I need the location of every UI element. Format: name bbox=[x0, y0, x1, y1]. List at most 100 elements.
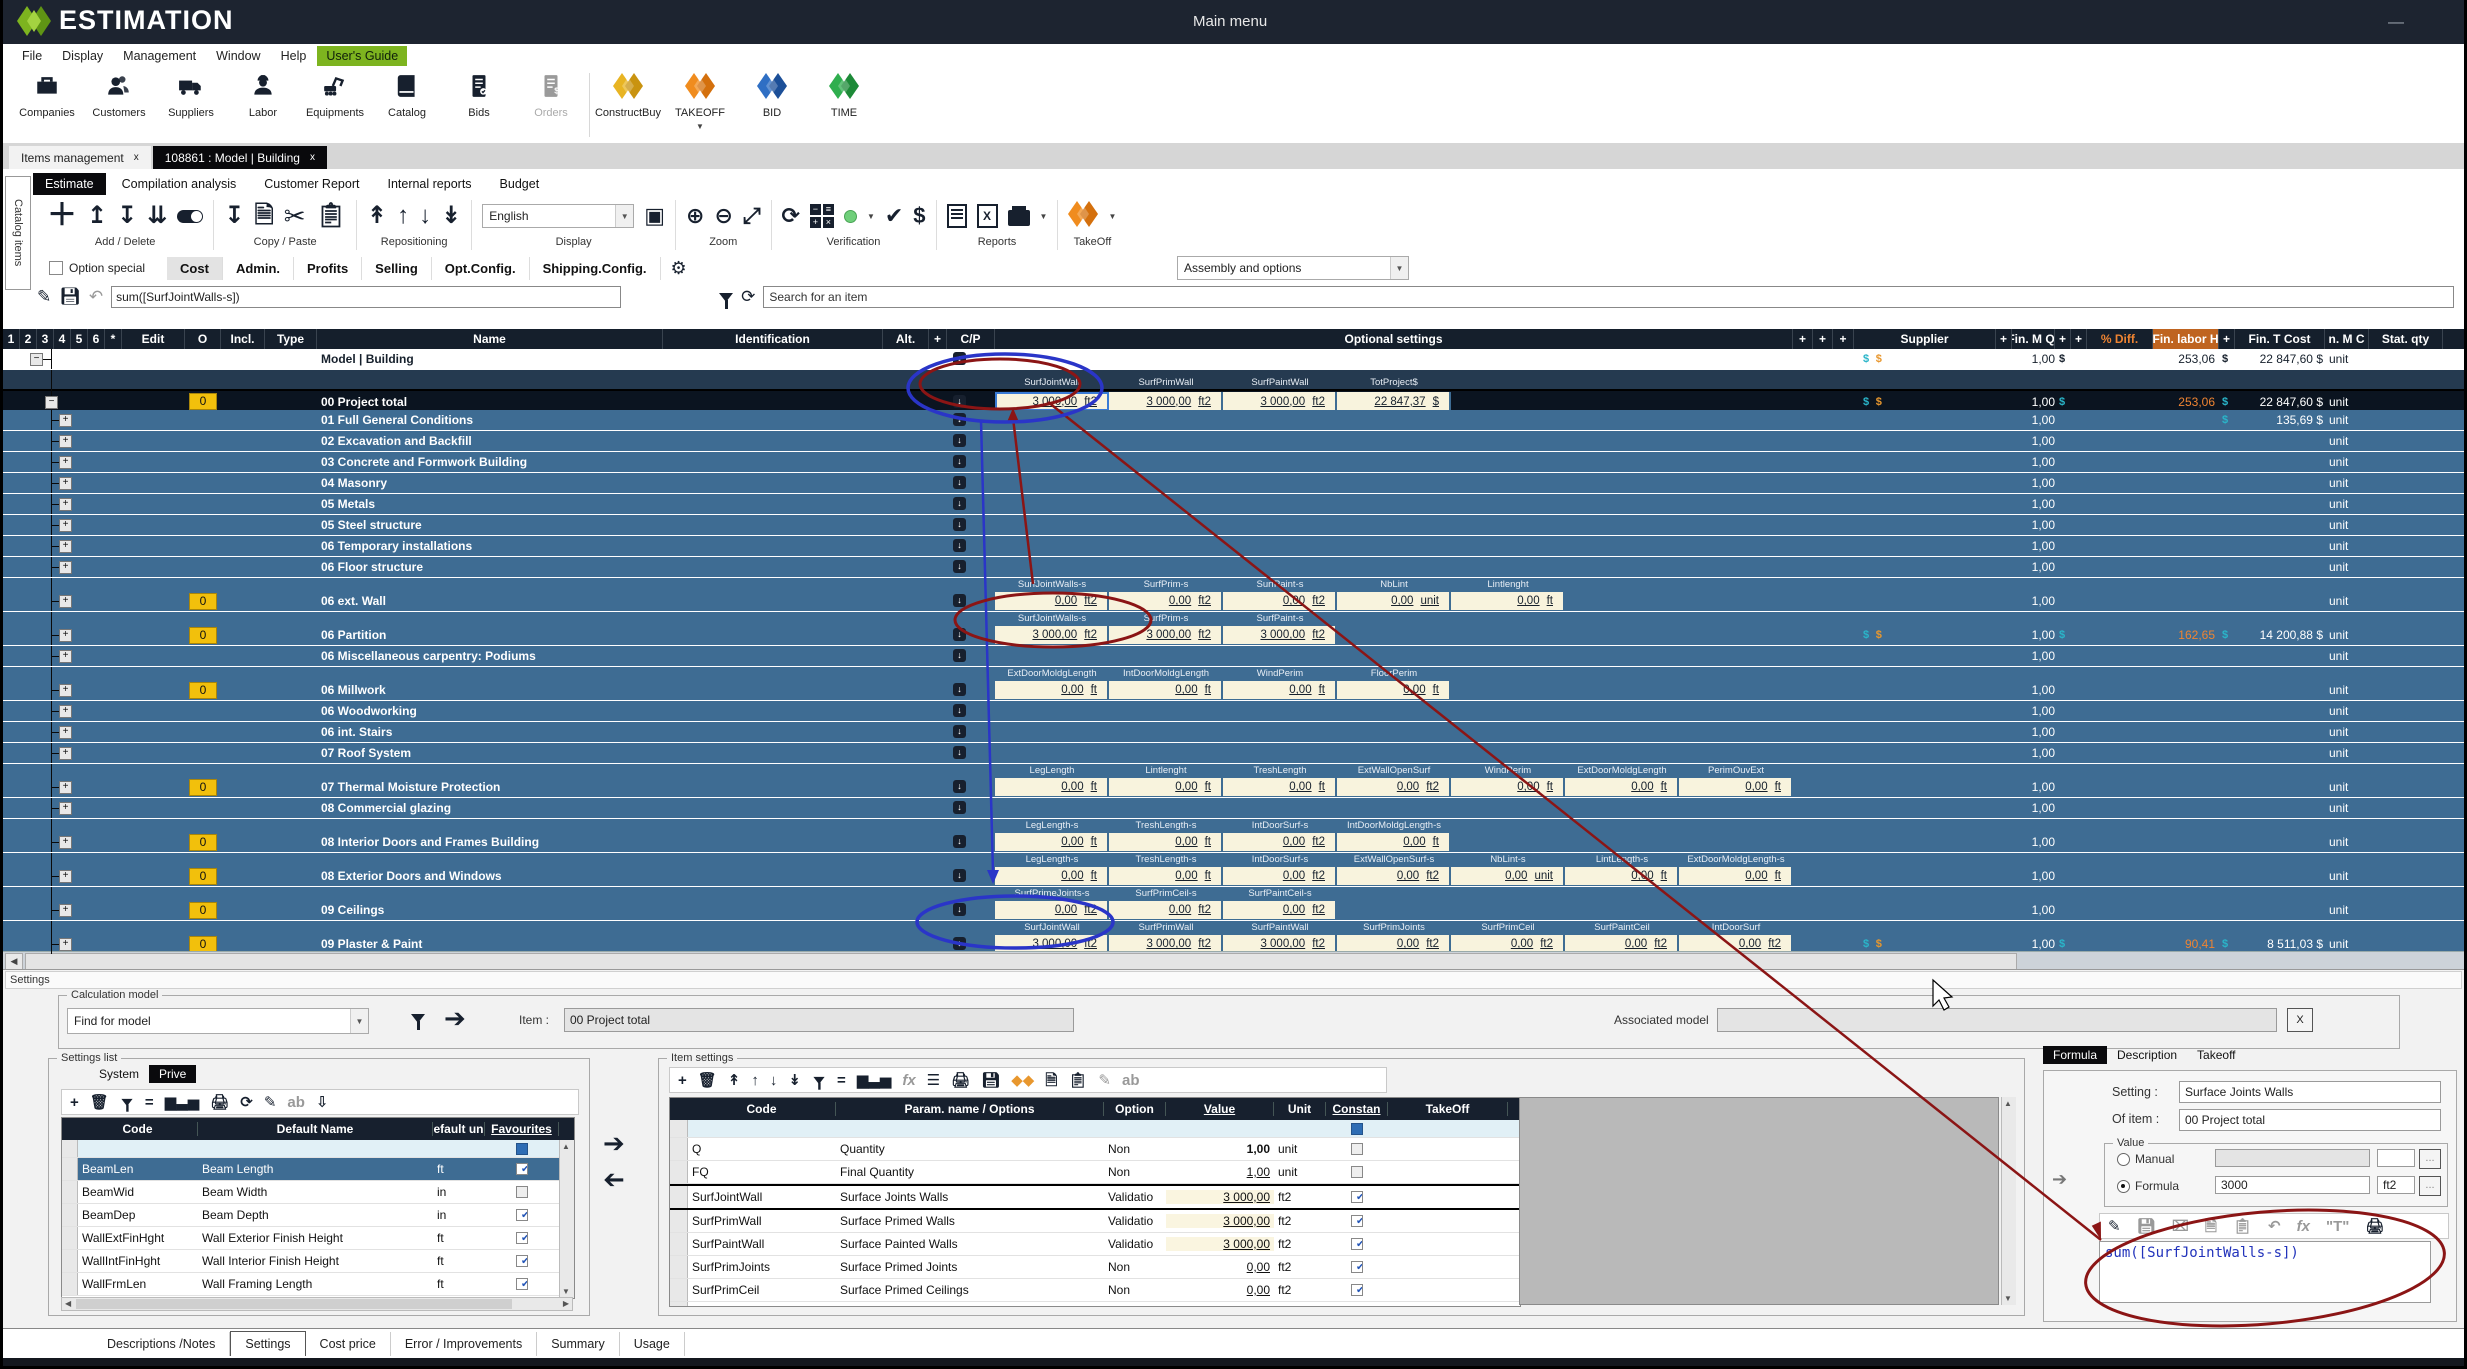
apply-model-arrow-icon[interactable]: ➔ bbox=[444, 1005, 466, 1031]
col-optional-settings[interactable]: Optional settings bbox=[995, 329, 1793, 349]
insert-below-icon[interactable]: ↧ bbox=[117, 204, 137, 228]
param-value-cell[interactable]: 0,00ft bbox=[995, 778, 1109, 796]
constant-checkbox[interactable] bbox=[1351, 1143, 1363, 1155]
tab-admin-[interactable]: Admin. bbox=[223, 257, 294, 280]
param-value-cell[interactable]: 22 847,37$ bbox=[1337, 392, 1451, 411]
menu-display[interactable]: Display bbox=[53, 46, 112, 66]
toolbar-button-labor[interactable]: Labor bbox=[227, 67, 299, 143]
equals-icon[interactable]: = bbox=[145, 1095, 154, 1110]
param-value-cell[interactable]: 0,00unit bbox=[1337, 592, 1451, 610]
takeoff-diamond-icon[interactable] bbox=[1068, 201, 1098, 232]
cp-icon[interactable]: ↓ bbox=[953, 594, 966, 607]
manual-radio[interactable] bbox=[2117, 1153, 2130, 1166]
move-top-icon[interactable]: ↟ bbox=[728, 1073, 741, 1088]
item-settings-row[interactable]: SurfPaintCeil Surface Painted Ceiling No… bbox=[670, 1302, 1520, 1307]
param-value-cell[interactable]: 0,00ft2 bbox=[1109, 901, 1223, 919]
favourite-checkbox[interactable] bbox=[516, 1186, 528, 1198]
grid-horizontal-scrollbar[interactable]: ◀ bbox=[3, 951, 2464, 969]
param-value-cell[interactable]: 0,00ft2 bbox=[1337, 778, 1451, 796]
formula-text-area[interactable]: sum([SurfJointWalls-s]) bbox=[2099, 1241, 2431, 1303]
param-value-cell[interactable]: 0,00ft bbox=[1565, 867, 1679, 885]
refresh-icon[interactable]: ⟳ bbox=[240, 1095, 253, 1110]
item-settings-row[interactable]: FQ Final Quantity Non 1,00 unit bbox=[670, 1161, 1520, 1184]
toolbar-button-constructbuy[interactable]: ConstructBuy bbox=[592, 67, 664, 143]
expand-icon[interactable]: + bbox=[59, 561, 72, 574]
model-filter-icon[interactable] bbox=[411, 1014, 425, 1023]
bottom-tab-error-improvements[interactable]: Error / Improvements bbox=[391, 1332, 537, 1356]
manual-unit-browse-button[interactable]: ... bbox=[2419, 1149, 2441, 1169]
param-value-cell[interactable]: 0,00ft bbox=[1109, 867, 1223, 885]
grid-row[interactable]: SurfJointWalls-sSurfPrim-sSurfPaint-s+00… bbox=[3, 612, 2464, 646]
expand-icon[interactable]: + bbox=[59, 938, 72, 951]
excel-export-icon[interactable]: X bbox=[977, 204, 998, 228]
edit-pencil-icon[interactable]: ✎ bbox=[37, 287, 51, 307]
search-input[interactable]: Search for an item bbox=[763, 286, 2454, 308]
param-value-cell[interactable]: 0,00ft2 bbox=[995, 592, 1109, 610]
settings-list-tab-prive[interactable]: Prive bbox=[149, 1065, 196, 1083]
formula-bar-input[interactable]: sum([SurfJointWalls-s]) bbox=[111, 286, 621, 308]
grid-row[interactable]: +04 Masonry↓1,00unit bbox=[3, 473, 2464, 494]
cp-icon[interactable]: ↓ bbox=[953, 683, 966, 696]
cp-icon[interactable]: ↓ bbox=[953, 903, 966, 916]
param-value-cell[interactable]: 0,00ft bbox=[1109, 833, 1223, 851]
bottom-tab-usage[interactable]: Usage bbox=[620, 1332, 685, 1356]
col-num-5[interactable]: 5 bbox=[71, 329, 88, 349]
copy-icon[interactable]: 🗎︎ bbox=[254, 204, 273, 228]
col-plus-6[interactable]: + bbox=[2219, 329, 2235, 349]
cp-icon[interactable]: ↓ bbox=[953, 413, 966, 426]
settings-list-hscrollbar[interactable]: ◀ ▶ bbox=[61, 1297, 573, 1311]
param-value[interactable]: 3 000,00 bbox=[1166, 1214, 1274, 1228]
clear-model-button[interactable]: X bbox=[2287, 1008, 2313, 1032]
constant-checkbox[interactable] bbox=[1351, 1166, 1363, 1178]
expand-icon[interactable]: + bbox=[59, 870, 72, 883]
col-identification[interactable]: Identification bbox=[663, 329, 883, 349]
favourite-checkbox[interactable] bbox=[516, 1278, 528, 1290]
param-value-cell[interactable]: 0,00ft2 bbox=[1223, 867, 1337, 885]
assembly-options-combo[interactable]: Assembly and options▼ bbox=[1177, 256, 1409, 280]
doc-tab[interactable]: 108861 : Model | Buildingx bbox=[153, 146, 327, 169]
cp-icon[interactable]: ↓ bbox=[953, 869, 966, 882]
grid-row[interactable]: +05 Steel structure↓1,00unit bbox=[3, 515, 2464, 536]
tab-cost[interactable]: Cost bbox=[167, 257, 223, 280]
tab-internal-reports[interactable]: Internal reports bbox=[375, 173, 483, 195]
param-value-cell[interactable]: 0,00ft bbox=[1223, 778, 1337, 796]
param-value-cell[interactable]: 0,00ft2 bbox=[995, 901, 1109, 919]
edit-pencil-icon[interactable]: ✎ bbox=[264, 1095, 277, 1110]
param-value-cell[interactable]: 0,00ft bbox=[1337, 681, 1451, 699]
print-icon[interactable]: 🖨︎ bbox=[210, 1095, 229, 1110]
close-icon[interactable]: x bbox=[310, 152, 315, 163]
expand-icon[interactable]: + bbox=[59, 414, 72, 427]
grid-row[interactable]: +06 Floor structure↓1,00unit bbox=[3, 557, 2464, 578]
delete-formula-icon[interactable]: ⌧ bbox=[2172, 1219, 2189, 1234]
expand-icon[interactable]: + bbox=[59, 802, 72, 815]
expand-icon[interactable]: + bbox=[59, 705, 72, 718]
grid-row[interactable]: +03 Concrete and Formwork Building↓1,00u… bbox=[3, 452, 2464, 473]
constant-checkbox[interactable] bbox=[1351, 1215, 1363, 1227]
grid-row[interactable]: +06 Temporary installations↓1,00unit bbox=[3, 536, 2464, 557]
favourite-checkbox[interactable] bbox=[516, 1163, 528, 1175]
menu-management[interactable]: Management bbox=[114, 46, 205, 66]
undo-icon[interactable]: ↶ bbox=[2268, 1219, 2281, 1234]
settings-list-vscrollbar[interactable]: ▲▼ bbox=[559, 1140, 574, 1298]
formula-panel-tab-takeoff[interactable]: Takeoff bbox=[2187, 1046, 2245, 1064]
find-for-model-combo[interactable]: Find for model▼ bbox=[67, 1008, 369, 1034]
settings-list-row[interactable]: BeamWid Beam Width in bbox=[62, 1181, 574, 1204]
filter-icon[interactable] bbox=[121, 1098, 132, 1105]
copy-icon[interactable]: 🗎︎ bbox=[2205, 1219, 2217, 1234]
formula-unit-browse-button[interactable]: ... bbox=[2419, 1176, 2441, 1196]
paste-icon[interactable]: 📋︎ bbox=[1068, 1073, 1087, 1088]
expand-icon[interactable]: + bbox=[59, 477, 72, 490]
col-plus-1[interactable]: + bbox=[1793, 329, 1813, 349]
param-value-cell[interactable]: 0,00ft2 bbox=[1223, 901, 1337, 919]
option-special-checkbox[interactable] bbox=[49, 261, 63, 275]
menu-help[interactable]: Help bbox=[272, 46, 316, 66]
edit-pencil-icon[interactable]: ✎ bbox=[2108, 1219, 2121, 1234]
item-settings-vscrollbar[interactable]: ▲▼ bbox=[2001, 1097, 2016, 1305]
item-settings-row[interactable]: SurfPrimCeil Surface Primed Ceilings Non… bbox=[670, 1279, 1520, 1302]
cp-icon[interactable]: ↓ bbox=[953, 780, 966, 793]
grid-row[interactable]: LegLength-sTreshLength-sIntDoorSurf-sInt… bbox=[3, 819, 2464, 853]
cp-icon[interactable]: ↓ bbox=[953, 649, 966, 662]
param-value[interactable]: 1,00 bbox=[1166, 1142, 1274, 1156]
param-value-cell[interactable]: 0,00ft bbox=[1109, 681, 1223, 699]
move-down-icon[interactable]: ↓ bbox=[770, 1073, 778, 1088]
